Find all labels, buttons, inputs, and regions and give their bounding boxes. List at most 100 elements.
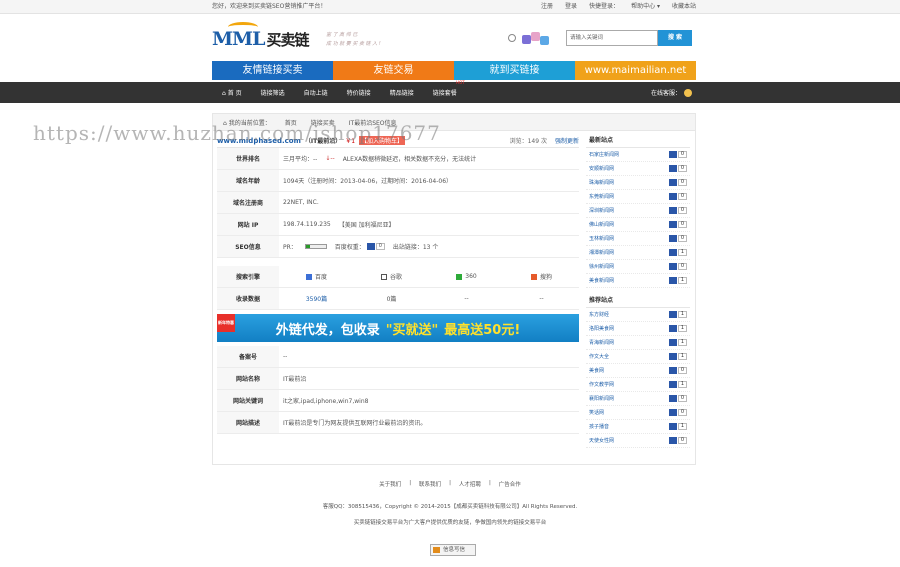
site-link[interactable]: 湘潭新闻网 [589,249,614,256]
baidu-weight-icon [669,395,677,402]
sidebar-site-item[interactable]: 笑话网 0 [586,406,690,420]
footer-ads[interactable]: 广告合作 [499,480,521,488]
site-detail: www.midphased.com （IT最前沿） ￥1 【加入购物车】 浏览：… [217,134,579,434]
sidebar-site-item[interactable]: 青海新闻网 1 [586,336,690,350]
sidebar-site-item[interactable]: 安顺新闻网 0 [586,162,690,176]
count-baidu[interactable]: 3590篇 [279,294,354,303]
footer-about[interactable]: 关于我们 [379,480,401,488]
ad-banner[interactable]: 新年特惠 外链代发，包收录 "买就送" 最高送50元! [217,314,579,342]
row-description: 网站描述 IT最前沿是专门为网友提供互联网行业最前沿的资讯。 [217,412,579,434]
site-link[interactable]: 作文教学网 [589,381,614,388]
weight-badge: 1 [669,353,687,360]
site-header: MML 买卖链 富 了 高 帅 已 成 功 就 要 买 卖 链 入 ! 请输入关键… [212,22,696,60]
help-center-menu[interactable]: 帮助中心 ▾ [631,0,660,14]
search-decor [508,31,552,45]
sidebar-site-item[interactable]: 佛山新闻网 0 [586,218,690,232]
nav-special-link[interactable]: 特价链接 [347,88,371,97]
sidebar-site-item[interactable]: 作文大全 1 [586,350,690,364]
nav-home[interactable]: ⌂ 首 页 [222,88,242,97]
sidebar-site-item[interactable]: 徐州新闻网 0 [586,260,690,274]
site-link[interactable]: 洛阳美食网 [589,325,614,332]
content-panel: ⌂ 我的当前位置： 首页 链接买卖 IT最前沿SEO信息 www.midphas… [212,113,696,465]
weight-badge: 1 [669,381,687,388]
sidebar-site-item[interactable]: 美食新闻网 1 [586,274,690,288]
promo-banner[interactable]: 友情链接买卖 友链交易 就到买链接 www.maimailian.net [212,61,696,80]
feedback-button[interactable]: 信息写信 [430,544,476,556]
row-search-engines: 搜索引擎 百度 谷歌 360 搜狗 [217,266,579,288]
baidu-weight-icon [669,423,677,430]
sidebar-site-item[interactable]: 湘潭新闻网 1 [586,246,690,260]
engine-google: 谷歌 [354,272,429,281]
sidebar-site-item[interactable]: 深圳新闻网 0 [586,204,690,218]
search-input[interactable]: 请输入关键词 [566,30,658,46]
sidebar-site-item[interactable]: 石家庄新闻网 0 [586,148,690,162]
recommended-sites: 推荐站点 东方财经 1 洛阳美食网 1 青海新闻网 1 作文大全 1 美食网 0 作文教学网 1 襄阳新… [586,294,690,448]
site-url[interactable]: www.midphased.com [217,137,301,145]
site-link[interactable]: 安顺新闻网 [589,165,614,172]
service-avatar-icon [684,88,692,97]
site-link[interactable]: 青海新闻网 [589,339,614,346]
site-link[interactable]: 孩子播音 [589,423,609,430]
site-link[interactable]: 玉林新闻网 [589,235,614,242]
count-360: -- [464,295,469,302]
sidebar-site-item[interactable]: 珠海新闻网 0 [586,176,690,190]
weight-badge: 0 [669,367,687,374]
bookmark-link[interactable]: 收藏本站 [672,0,696,14]
footer-contact[interactable]: 联系我们 [419,480,441,488]
sidebar-site-item[interactable]: 洛阳美食网 1 [586,322,690,336]
quick-login-link[interactable]: 快捷登录： [589,0,619,14]
hot-badge: HOT [456,80,465,85]
site-link[interactable]: 徐州新闻网 [589,263,614,270]
search-button[interactable]: 搜 索 [658,30,692,46]
site-link[interactable]: 石家庄新闻网 [589,151,619,158]
sidebar-site-item[interactable]: 美食网 0 [586,364,690,378]
banner-seg-1: 友情链接买卖 [212,61,333,80]
baidu-weight-icon [669,221,677,228]
site-link[interactable]: 东莞新闻网 [589,193,614,200]
magnifier-icon [508,34,516,42]
online-service[interactable]: 在线客服： [651,88,692,97]
baidu-weight-icon [669,151,677,158]
site-link[interactable]: 深圳新闻网 [589,207,614,214]
crumb-link-trade[interactable]: 链接买卖 [311,118,335,127]
nav-link-filter[interactable]: 链接筛选 [261,88,285,97]
baidu-weight-icon [669,263,677,270]
site-link[interactable]: 美食新闻网 [589,277,614,284]
site-link[interactable]: 佛山新闻网 [589,221,614,228]
nav-link-package[interactable]: 链接套餐 HOT [433,80,465,97]
sidebar-site-item[interactable]: 孩子播音 1 [586,420,690,434]
row-domain-age: 域名年龄 1094天（注册时间：2013-04-06，过期时间：2016-04-… [217,170,579,192]
sidebar-site-item[interactable]: 玉林新闻网 0 [586,232,690,246]
mail-icon [433,547,440,553]
sidebar-site-item[interactable]: 作文教学网 1 [586,378,690,392]
register-link[interactable]: 注册 [541,0,553,14]
engine-360: 360 [429,272,504,281]
nav-auto-link[interactable]: 自动上链 [304,88,328,97]
sidebar-site-item[interactable]: 东方财经 1 [586,308,690,322]
sidebar-site-item[interactable]: 襄阳新闻网 0 [586,392,690,406]
sidebar-site-item[interactable]: 东莞新闻网 0 [586,190,690,204]
site-link[interactable]: 襄阳新闻网 [589,395,614,402]
login-link[interactable]: 登录 [565,0,577,14]
count-sogou: -- [539,295,544,302]
site-link[interactable]: 美食网 [589,367,604,374]
weight-badge: 0 [669,179,687,186]
add-to-cart-button[interactable]: 【加入购物车】 [359,136,406,145]
weight-badge: 0 [669,409,687,416]
weight-badge: 1 [669,311,687,318]
weight-badge: 0 [669,151,687,158]
site-link[interactable]: 天使女性网 [589,437,614,444]
force-refresh-link[interactable]: 强制更新 [555,136,579,145]
count-google: 0篇 [386,296,397,303]
site-link[interactable]: 珠海新闻网 [589,179,614,186]
baidu-weight-icon [669,353,677,360]
sidebar-site-item[interactable]: 天使女性网 0 [586,434,690,448]
site-link[interactable]: 笑话网 [589,409,604,416]
footer-jobs[interactable]: 人才招聘 [459,480,481,488]
site-link[interactable]: 东方财经 [589,311,609,318]
site-link[interactable]: 作文大全 [589,353,609,360]
crumb-home[interactable]: 首页 [285,118,297,127]
site-logo[interactable]: MML 买卖链 [212,22,309,50]
site-price: ￥1 [345,138,356,145]
nav-premium-link[interactable]: 精品链接 [390,88,414,97]
